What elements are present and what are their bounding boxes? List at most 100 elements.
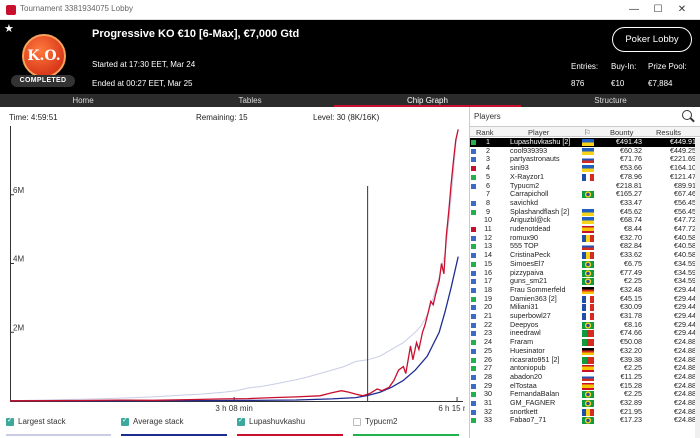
col-results[interactable]: Results xyxy=(656,128,681,137)
players-scrollbar[interactable] xyxy=(695,138,700,438)
player-name: Carrapicholl xyxy=(510,190,549,199)
player-row[interactable]: 19 Damien363 [2] €45.15 €29.44 xyxy=(470,294,700,304)
country-flag-icon xyxy=(582,156,594,164)
legend-swatch xyxy=(121,434,227,436)
series-line-largest-stack xyxy=(10,129,459,402)
tab-home[interactable]: Home xyxy=(0,94,166,107)
player-row[interactable]: 23 ineedrawl €74.66 €29.44 xyxy=(470,329,700,338)
favorite-star-icon[interactable]: ★ xyxy=(4,22,14,35)
legend-typucm2[interactable]: Typucm2 xyxy=(353,417,459,437)
player-name: antoniopub xyxy=(510,364,546,373)
player-color-marker xyxy=(471,348,476,354)
player-row[interactable]: 7 Carrapicholl €165.27 €67.46 xyxy=(470,190,700,199)
player-row[interactable]: 21 superbowl27 €31.78 €29.44 xyxy=(470,311,700,321)
buyin-value: €10 xyxy=(611,79,625,88)
legend-label: Typucm2 xyxy=(365,417,398,426)
legend-label: Largest stack xyxy=(18,417,66,426)
player-row[interactable]: 27 antoniopub €2.25 €24.88 xyxy=(470,364,700,373)
largest-stack-checkbox[interactable] xyxy=(6,416,14,426)
player-row[interactable]: 8 savichkd €33.47 €56.45 xyxy=(470,198,700,208)
country-flag-icon xyxy=(582,382,594,390)
player-color-marker xyxy=(471,374,476,380)
player-row[interactable]: 30 FernandaBalan €2.25 €24.88 xyxy=(470,390,700,399)
country-flag-icon xyxy=(582,400,594,407)
players-table: 1 Lupashuvkashu [2] €491.43 €449.91 2 cool939… xyxy=(470,138,700,438)
player-color-marker xyxy=(471,279,476,285)
player-row[interactable]: 26 ricasrato951 [2] €39.38 €24.88 xyxy=(470,355,700,365)
player-name: Lupashuvkashu [2] xyxy=(510,138,571,146)
close-icon[interactable]: ✕ xyxy=(674,3,690,17)
x-tick-label: 3 h 08 min xyxy=(215,404,252,413)
player-name: abadon20 xyxy=(510,372,542,381)
country-flag-icon xyxy=(582,286,594,294)
average-stack-checkbox[interactable] xyxy=(121,416,129,426)
player-color-marker xyxy=(471,200,476,206)
player-row[interactable]: 20 Miliani31 €30.09 €29.44 xyxy=(470,303,700,312)
players-title: Players xyxy=(474,112,501,121)
flag-column-icon[interactable]: ⚐ xyxy=(584,128,591,137)
lupashuvkashu-checkbox[interactable] xyxy=(237,416,245,426)
tab-tables[interactable]: Tables xyxy=(166,94,334,107)
player-row[interactable]: 28 abadon20 €11.25 €24.88 xyxy=(470,372,700,382)
player-row[interactable]: 29 elTostaa €15.28 €24.88 xyxy=(470,381,700,391)
player-row[interactable]: 18 Frau Sommerfeld €32.48 €29.44 xyxy=(470,285,700,295)
country-flag-icon xyxy=(582,208,594,216)
player-row[interactable]: 31 GM_FAGNER €32.89 €24.88 xyxy=(470,398,700,408)
app-icon xyxy=(6,5,16,15)
player-row[interactable]: 25 Huesinator €32.20 €24.88 xyxy=(470,346,700,356)
player-name: savichkd xyxy=(510,198,538,207)
player-row[interactable]: 17 guns_sm21 €2.25 €34.59 xyxy=(470,277,700,286)
tab-chip-graph[interactable]: Chip Graph xyxy=(334,94,521,107)
player-color-marker xyxy=(471,305,476,311)
player-rank: 33 xyxy=(484,415,492,425)
player-row[interactable]: 14 CristinaPeck €33.62 €40.58 xyxy=(470,250,700,260)
col-player[interactable]: Player xyxy=(528,128,549,137)
typucm2-checkbox[interactable] xyxy=(353,418,361,426)
chip-graph-chart[interactable]: 2M 4M 6M 3 h 08 min 6 h 15 min xyxy=(10,126,465,415)
player-color-marker xyxy=(471,322,476,328)
player-row[interactable]: 3 partyastronauts €71.76 €221.69 xyxy=(470,155,700,164)
legend-average-stack[interactable]: Average stack xyxy=(121,416,227,437)
player-bounty: €17.23 xyxy=(620,415,642,425)
player-row[interactable]: 1 Lupashuvkashu [2] €491.43 €449.91 xyxy=(470,138,700,147)
search-icon[interactable] xyxy=(682,110,692,120)
player-row[interactable]: 16 pizzypaiva €77.49 €34.59 xyxy=(470,268,700,278)
player-row[interactable]: 24 Fraram €50.08 €24.88 xyxy=(470,337,700,347)
chip-graph-pane: Time: 4:59:51 Remaining: 15 Level: 30 (8… xyxy=(0,107,469,438)
player-name: ineedrawl xyxy=(510,329,541,338)
prize-pool-value: €7,884 xyxy=(648,79,673,88)
poker-lobby-button[interactable]: Poker Lobby xyxy=(612,27,692,52)
player-name: romux90 xyxy=(510,233,538,242)
players-header: Players xyxy=(470,107,700,125)
player-name: X-Rayzor1 xyxy=(510,172,544,181)
legend-largest-stack[interactable]: Largest stack xyxy=(6,416,111,437)
player-row[interactable]: 13 555 TOP €82.84 €40.58 xyxy=(470,242,700,251)
buyin-label: Buy-In: xyxy=(611,62,637,71)
player-row[interactable]: 9 Splashandflash [2] €45.62 €56.45 xyxy=(470,207,700,217)
player-row[interactable]: 4 sini93 €53.66 €164.10 xyxy=(470,163,700,173)
player-row[interactable]: 5 X-Rayzor1 €78.96 €121.47 xyxy=(470,172,700,182)
tab-structure[interactable]: Structure xyxy=(521,94,700,107)
player-color-marker xyxy=(471,227,476,232)
player-row[interactable]: 2 cool939393 €60.32 €449.25 xyxy=(470,146,700,156)
col-bounty[interactable]: Bounty xyxy=(610,128,633,137)
player-name: guns_sm21 xyxy=(510,277,548,286)
country-flag-icon xyxy=(582,139,594,146)
player-row[interactable]: 15 SimoesEl7 €6.75 €34.59 xyxy=(470,259,700,269)
player-row[interactable]: 12 romux90 €32.70 €40.58 xyxy=(470,233,700,243)
player-row[interactable]: 10 Ariguzbl@ck €68.74 €47.72 xyxy=(470,216,700,225)
player-row[interactable]: 6 Typucm2 €218.81 €89.91 xyxy=(470,181,700,191)
country-flag-icon xyxy=(582,200,594,207)
maximize-icon[interactable]: ☐ xyxy=(650,3,666,17)
player-color-marker xyxy=(471,148,476,154)
minimize-icon[interactable]: — xyxy=(626,3,642,17)
player-row[interactable]: 32 snortkett €21.95 €24.88 xyxy=(470,407,700,417)
player-row[interactable]: 33 Fabao7_71 €17.23 €24.88 xyxy=(470,416,700,425)
legend-lupashuvkashu[interactable]: Lupashuvkashu xyxy=(237,416,343,437)
player-color-marker xyxy=(471,331,476,337)
player-row[interactable]: 11 rudenotdead €8.44 €47.72 xyxy=(470,224,700,234)
country-flag-icon xyxy=(582,269,594,277)
col-rank[interactable]: Rank xyxy=(476,128,494,137)
player-name: Splashandflash [2] xyxy=(510,207,570,216)
player-row[interactable]: 22 Deepyos €8.16 €29.44 xyxy=(470,320,700,330)
